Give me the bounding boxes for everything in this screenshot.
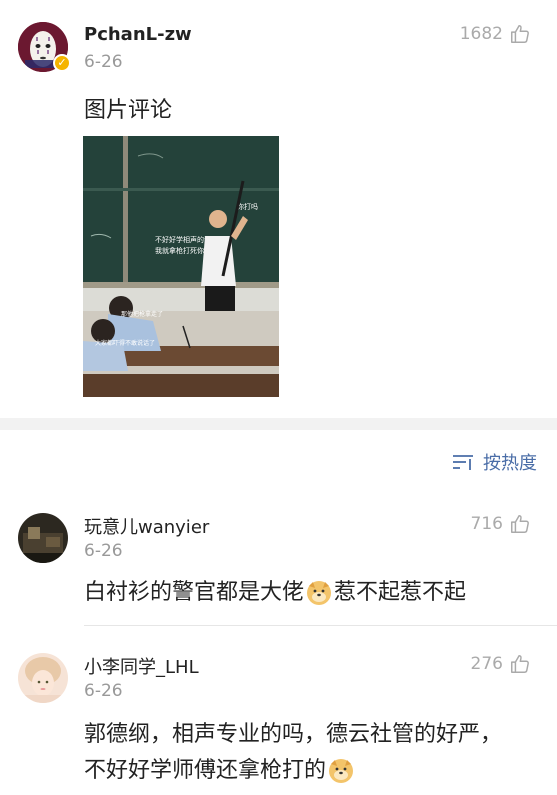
comment-image[interactable]: 不好好学相声的话我就拿枪打死你 你打吗 那他把枪拿走了 大家都吓得不敢说话了: [83, 136, 279, 397]
reply-text-before: 白衬衫的警官都是大佬: [84, 580, 305, 605]
student-caption-1: 那他把枪拿走了: [121, 310, 163, 318]
like-button[interactable]: 276: [471, 653, 531, 675]
verified-badge-icon: ✓: [53, 54, 71, 72]
avatar[interactable]: [18, 513, 68, 563]
reply-item: 小李同学_LHL 6-26 276 郭德纲，相声专业的吗，德云社管的好严，不好好…: [0, 645, 557, 795]
thumbs-up-icon: [511, 25, 529, 43]
like-button[interactable]: 1682: [460, 23, 531, 45]
speech-caption: 你打吗: [237, 202, 258, 211]
comment-date: 6-26: [84, 541, 123, 561]
user-avatar-icon: [18, 653, 68, 703]
main-comment: ✓ PchanL-zw 6-26 1682 图片评论 不好好学相声的话我就拿枪打…: [0, 0, 557, 418]
student-caption-2: 大家都吓得不敢说话了: [95, 339, 155, 347]
avatar[interactable]: [18, 653, 68, 703]
doge-emoji-icon: [329, 759, 354, 783]
username[interactable]: 玩意儿wanyier: [84, 513, 209, 539]
reply-text-after: 惹不起惹不起: [334, 580, 467, 605]
like-count: 716: [470, 514, 503, 534]
doge-emoji-icon: [307, 581, 332, 605]
reply-divider: [84, 625, 557, 626]
section-divider: [0, 418, 557, 430]
sort-icon: [453, 455, 473, 470]
user-avatar-icon: [18, 513, 68, 563]
comment-date: 6-26: [84, 681, 123, 701]
comment-date: 6-26: [84, 52, 123, 72]
thumbs-up-icon: [511, 515, 529, 533]
like-count: 276: [470, 654, 503, 674]
reply-item: 玩意儿wanyier 6-26 716 白衬衫的警官都是大佬 惹不起惹不起: [0, 505, 557, 625]
comment-text: 图片评论: [84, 98, 173, 123]
reply-text: 白衬衫的警官都是大佬 惹不起惹不起: [84, 575, 466, 611]
username[interactable]: 小李同学_LHL: [84, 653, 199, 679]
sort-label: 按热度: [483, 453, 537, 474]
thumbs-up-icon: [511, 655, 529, 673]
comment-page: ✓ PchanL-zw 6-26 1682 图片评论 不好好学相声的话我就拿枪打…: [0, 0, 557, 795]
username[interactable]: PchanL-zw: [84, 24, 192, 45]
like-count: 1682: [459, 24, 503, 44]
like-button[interactable]: 716: [471, 513, 531, 535]
sort-by-heat-button[interactable]: 按热度: [451, 449, 537, 475]
classroom-photo: 不好好学相声的话我就拿枪打死你 你打吗 那他把枪拿走了 大家都吓得不敢说话了: [83, 136, 279, 397]
reply-text: 郭德纲，相声专业的吗，德云社管的好严，不好好学师傅还拿枪打的: [84, 717, 514, 789]
reply-text-before: 郭德纲，相声专业的吗，德云社管的好严，不好好学师傅还拿枪打的: [84, 722, 503, 783]
